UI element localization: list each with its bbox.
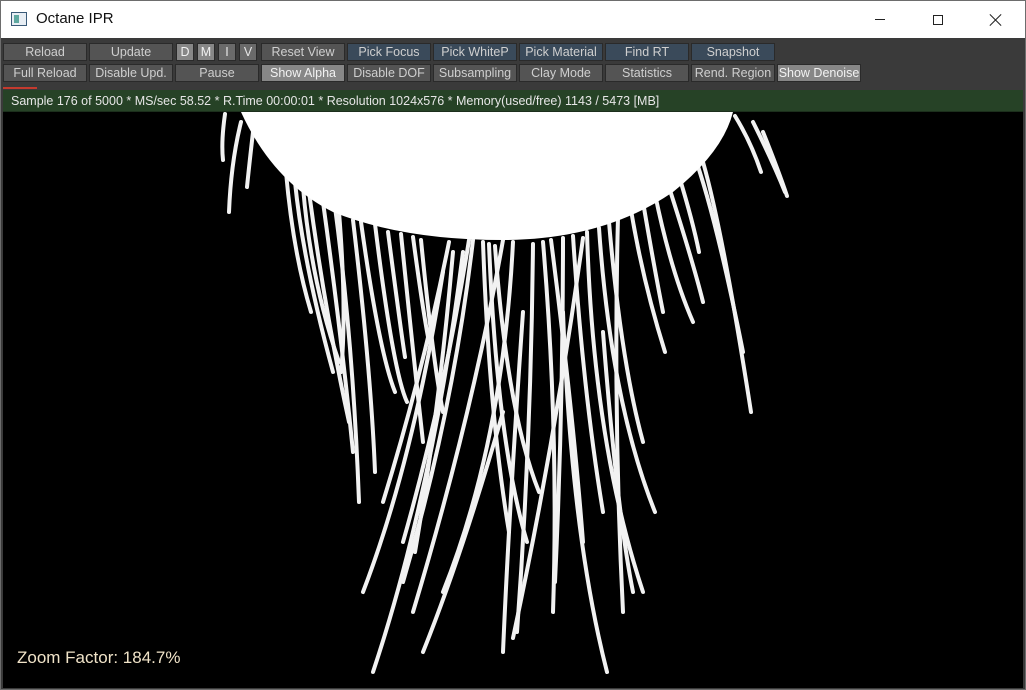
render-progress-bar (3, 87, 37, 89)
ipr-toolbar: Reload Update D M I V Reset View Pick Fo… (1, 38, 1025, 86)
minimize-button[interactable] (851, 1, 909, 38)
v-button[interactable]: V (239, 43, 257, 61)
i-button[interactable]: I (218, 43, 236, 61)
zoom-factor-label: Zoom Factor: 184.7% (17, 648, 181, 667)
find-rt-button[interactable]: Find RT (605, 43, 689, 61)
subsampling-button[interactable]: Subsampling (433, 64, 517, 82)
pick-whitepoint-button[interactable]: Pick WhiteP (433, 43, 517, 61)
pick-focus-button[interactable]: Pick Focus (347, 43, 431, 61)
snapshot-button[interactable]: Snapshot (691, 43, 775, 61)
show-alpha-button[interactable]: Show Alpha (261, 64, 345, 82)
clay-mode-button[interactable]: Clay Mode (519, 64, 603, 82)
render-region-button[interactable]: Rend. Region (691, 64, 775, 82)
render-status-text: Sample 176 of 5000 * MS/sec 58.52 * R.Ti… (11, 94, 660, 108)
show-denoise-button[interactable]: Show Denoise (777, 64, 861, 82)
maximize-button[interactable] (909, 1, 967, 38)
reset-view-button[interactable]: Reset View (261, 43, 345, 61)
title-bar[interactable]: Octane IPR (1, 1, 1025, 38)
reload-button[interactable]: Reload (3, 43, 87, 61)
minimize-icon (875, 19, 885, 20)
statistics-button[interactable]: Statistics (605, 64, 689, 82)
full-reload-button[interactable]: Full Reload (3, 64, 87, 82)
update-button[interactable]: Update (89, 43, 173, 61)
window-title: Octane IPR (36, 10, 114, 27)
disable-update-button[interactable]: Disable Upd. (89, 64, 173, 82)
app-icon (11, 12, 27, 26)
maximize-icon (933, 14, 943, 25)
pause-button[interactable]: Pause (175, 64, 259, 82)
d-button[interactable]: D (176, 43, 194, 61)
m-button[interactable]: M (197, 43, 215, 61)
octane-ipr-window: Octane IPR Reload Update D M I V Reset V… (0, 0, 1026, 690)
close-button[interactable] (967, 1, 1025, 38)
render-viewport[interactable]: Zoom Factor: 184.7% (3, 112, 1023, 688)
pick-material-button[interactable]: Pick Material (519, 43, 603, 61)
render-status-bar: Sample 176 of 5000 * MS/sec 58.52 * R.Ti… (3, 90, 1023, 112)
render-image (220, 112, 789, 674)
disable-dof-button[interactable]: Disable DOF (347, 64, 431, 82)
close-icon (989, 13, 1003, 27)
